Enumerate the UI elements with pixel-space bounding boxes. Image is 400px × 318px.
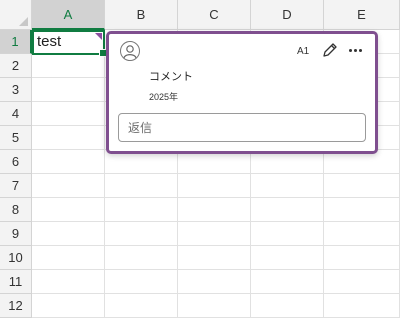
cell-d9[interactable] [251, 222, 324, 246]
reply-input[interactable] [118, 113, 366, 142]
cell-a1[interactable]: test [32, 30, 107, 57]
cell-d10[interactable] [251, 246, 324, 270]
select-all-triangle-icon [19, 17, 28, 26]
row-header-1[interactable]: 1 [0, 30, 32, 54]
cell-a10[interactable] [32, 246, 105, 270]
cell-c11[interactable] [178, 270, 251, 294]
cell-d7[interactable] [251, 174, 324, 198]
cell-d11[interactable] [251, 270, 324, 294]
cell-a12[interactable] [32, 294, 105, 318]
row-header-4[interactable]: 4 [0, 102, 32, 126]
row-header-12[interactable]: 12 [0, 294, 32, 318]
cell-c10[interactable] [178, 246, 251, 270]
cell-a5[interactable] [32, 126, 105, 150]
cell-e10[interactable] [324, 246, 400, 270]
cell-a4[interactable] [32, 102, 105, 126]
more-options-icon-dot [353, 48, 357, 52]
cell-b7[interactable] [105, 174, 178, 198]
cell-a11[interactable] [32, 270, 105, 294]
row-header-3[interactable]: 3 [0, 78, 32, 102]
select-all-corner[interactable] [0, 0, 32, 30]
more-options-icon-dot [358, 48, 362, 52]
comment-date: 2025年 [149, 92, 179, 102]
row-header-6[interactable]: 6 [0, 150, 32, 174]
comment-text: コメント [149, 71, 193, 83]
row-header-11[interactable]: 11 [0, 270, 32, 294]
cell-a1-value: test [37, 33, 62, 50]
cell-b9[interactable] [105, 222, 178, 246]
cell-a3[interactable] [32, 78, 105, 102]
row-header-2[interactable]: 2 [0, 54, 32, 78]
cell-a2[interactable] [32, 54, 105, 78]
comment-cell-reference: A1 [297, 46, 310, 57]
person-avatar-icon [120, 41, 140, 61]
more-options-button[interactable] [345, 40, 365, 60]
cell-e12[interactable] [324, 294, 400, 318]
row-header-8[interactable]: 8 [0, 198, 32, 222]
cell-e11[interactable] [324, 270, 400, 294]
pencil-icon [323, 43, 337, 57]
row-header-5[interactable]: 5 [0, 126, 32, 150]
column-header-e[interactable]: E [324, 0, 400, 30]
cell-b11[interactable] [105, 270, 178, 294]
more-options-icon [348, 48, 352, 52]
row-header-7[interactable]: 7 [0, 174, 32, 198]
cell-a9[interactable] [32, 222, 105, 246]
comment-card: A1 コメント 2025年 [106, 31, 378, 154]
comment-indicator-icon[interactable] [95, 33, 102, 40]
cell-b10[interactable] [105, 246, 178, 270]
column-header-c[interactable]: C [178, 0, 251, 30]
row-header-9[interactable]: 9 [0, 222, 32, 246]
cell-d12[interactable] [251, 294, 324, 318]
cell-e7[interactable] [324, 174, 400, 198]
spreadsheet-grid: A B C D E 1 2 3 4 5 6 7 8 9 10 11 12 tes… [0, 0, 400, 318]
cell-c12[interactable] [178, 294, 251, 318]
row-header-10[interactable]: 10 [0, 246, 32, 270]
cell-e8[interactable] [324, 198, 400, 222]
cell-b8[interactable] [105, 198, 178, 222]
cell-b12[interactable] [105, 294, 178, 318]
cell-a6[interactable] [32, 150, 105, 174]
cell-c8[interactable] [178, 198, 251, 222]
cell-a8[interactable] [32, 198, 105, 222]
edit-comment-button[interactable] [320, 40, 340, 60]
column-header-d[interactable]: D [251, 0, 324, 30]
cell-d8[interactable] [251, 198, 324, 222]
column-header-b[interactable]: B [105, 0, 178, 30]
cell-c9[interactable] [178, 222, 251, 246]
cell-a7[interactable] [32, 174, 105, 198]
cell-c7[interactable] [178, 174, 251, 198]
cell-e9[interactable] [324, 222, 400, 246]
column-header-a[interactable]: A [32, 0, 105, 30]
